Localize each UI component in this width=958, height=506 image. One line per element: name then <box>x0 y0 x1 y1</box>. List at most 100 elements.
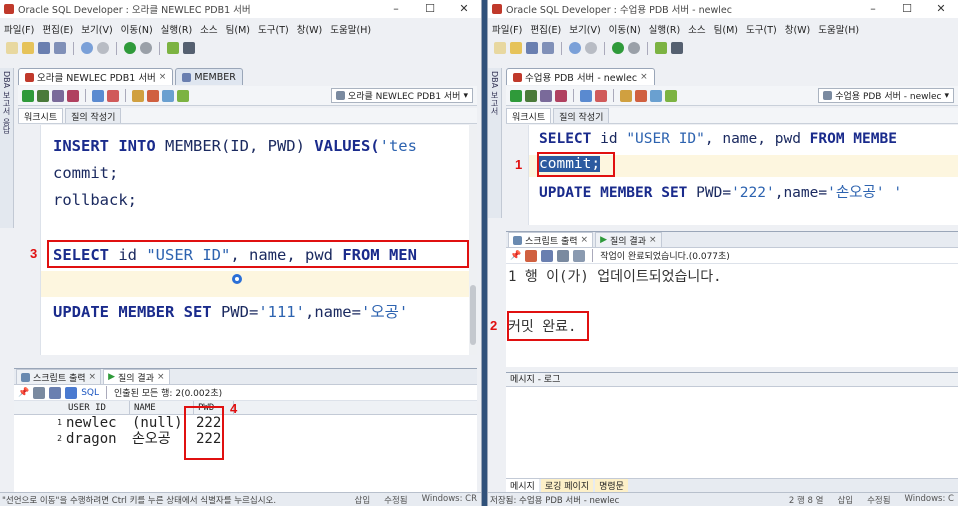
tab-script-output[interactable]: 스크립트 출력 × <box>16 369 102 384</box>
menu-edit[interactable]: 편집(E) <box>42 22 73 36</box>
menu-window[interactable]: 창(W) <box>297 22 323 36</box>
export-icon[interactable] <box>49 386 62 399</box>
connection-icon[interactable] <box>655 42 667 54</box>
menu-source[interactable]: 소스 <box>200 22 217 36</box>
new-icon[interactable] <box>494 42 506 54</box>
connection-icon[interactable] <box>167 42 179 54</box>
tab-script-output[interactable]: 스크립트 출력 × <box>508 232 594 247</box>
menu-view[interactable]: 보기(V) <box>81 22 112 36</box>
undo-icon[interactable] <box>81 42 93 54</box>
sidebar-other[interactable]: 응답 <box>1 118 12 134</box>
menu-team[interactable]: 팀(M) <box>226 22 250 36</box>
save-icon[interactable] <box>541 249 554 262</box>
redo-icon[interactable] <box>585 42 597 54</box>
menu-edit[interactable]: 편집(E) <box>530 22 561 36</box>
commit-icon[interactable] <box>580 89 592 102</box>
table-row[interactable]: 1 newlec (null) 222 <box>14 415 477 431</box>
forward-icon[interactable] <box>140 42 152 54</box>
save-icon[interactable] <box>38 42 50 54</box>
commit-icon[interactable] <box>92 89 104 102</box>
redo-icon[interactable] <box>97 42 109 54</box>
explain-icon[interactable] <box>67 89 79 102</box>
pin-icon[interactable]: 📌 <box>18 388 29 398</box>
menu-source[interactable]: 소스 <box>688 22 705 36</box>
table-row[interactable]: 2 dragon 손오공 222 <box>14 431 477 447</box>
close-icon[interactable]: × <box>159 72 167 82</box>
tab-messages[interactable]: 메시지 <box>506 479 539 492</box>
eraser-icon[interactable] <box>147 89 159 102</box>
sql-button[interactable]: SQL <box>81 388 99 398</box>
close-icon[interactable]: ✕ <box>924 0 958 18</box>
format-icon[interactable] <box>620 89 632 102</box>
pin-icon[interactable]: 📌 <box>510 251 521 261</box>
new-icon[interactable] <box>6 42 18 54</box>
rollback-icon[interactable] <box>107 89 119 102</box>
tab-class-pdb[interactable]: 수업용 PDB 서버 - newlec × <box>506 68 655 85</box>
maximize-icon[interactable]: ☐ <box>413 0 447 18</box>
menu-team[interactable]: 팀(M) <box>714 22 738 36</box>
open-icon[interactable] <box>573 249 586 262</box>
forward-icon[interactable] <box>628 42 640 54</box>
menu-help[interactable]: 도움말(H) <box>818 22 859 36</box>
menu-view[interactable]: 보기(V) <box>569 22 600 36</box>
column-user-id[interactable]: USER ID <box>64 401 130 414</box>
tab-newlec-pdb1[interactable]: 오라클 NEWLEC PDB1 서버 × <box>18 68 174 85</box>
tab-worksheet[interactable]: 워크시트 <box>18 108 64 123</box>
menu-window[interactable]: 창(W) <box>785 22 811 36</box>
folder-icon[interactable] <box>22 42 34 54</box>
tab-query-result[interactable]: ▶ 질의 결과 × <box>103 369 170 384</box>
print-icon[interactable] <box>33 386 46 399</box>
sidebar-reports[interactable]: 보고서 <box>489 91 500 115</box>
menu-tools[interactable]: 도구(T) <box>258 22 289 36</box>
close-icon[interactable]: × <box>649 235 657 245</box>
close-icon[interactable]: ✕ <box>447 0 481 18</box>
binoculars-icon[interactable] <box>183 42 195 54</box>
close-icon[interactable]: × <box>89 372 97 382</box>
cell-user-id[interactable]: dragon <box>64 431 130 447</box>
check-icon[interactable] <box>177 89 189 102</box>
menu-file[interactable]: 파일(F) <box>4 22 34 36</box>
right-connection-select[interactable]: 수업용 PDB 서버 - newlec ▾ <box>818 88 954 103</box>
sidebar-reports[interactable]: 보고서 <box>1 91 12 115</box>
right-titlebar[interactable]: Oracle SQL Developer : 수업용 PDB 서버 - newl… <box>488 0 958 18</box>
back-icon[interactable] <box>124 42 136 54</box>
history-icon[interactable] <box>162 89 174 102</box>
explain-icon[interactable] <box>555 89 567 102</box>
save-all-icon[interactable] <box>542 42 554 54</box>
cell-user-id[interactable]: newlec <box>64 415 130 431</box>
format-icon[interactable] <box>132 89 144 102</box>
tab-query-result[interactable]: ▶ 질의 결과 × <box>595 232 662 247</box>
save-icon[interactable] <box>526 42 538 54</box>
tab-member[interactable]: MEMBER <box>175 68 243 85</box>
refresh-icon[interactable] <box>65 386 78 399</box>
tab-query-builder[interactable]: 질의 작성기 <box>553 108 610 123</box>
save-all-icon[interactable] <box>54 42 66 54</box>
menu-navigate[interactable]: 이동(N) <box>121 22 153 36</box>
left-editor-scrollbar[interactable] <box>469 125 477 355</box>
binoculars-icon[interactable] <box>671 42 683 54</box>
run-icon[interactable] <box>510 89 522 102</box>
menu-run[interactable]: 실행(R) <box>161 22 193 36</box>
close-icon[interactable]: × <box>157 372 165 382</box>
run-icon[interactable] <box>22 89 34 102</box>
menu-run[interactable]: 실행(R) <box>649 22 681 36</box>
autotrace-icon[interactable] <box>540 89 552 102</box>
minimize-icon[interactable]: – <box>379 0 413 18</box>
check-icon[interactable] <box>665 89 677 102</box>
menu-navigate[interactable]: 이동(N) <box>609 22 641 36</box>
run-script-icon[interactable] <box>37 89 49 102</box>
eraser-icon[interactable] <box>635 89 647 102</box>
left-connection-select[interactable]: 오라클 NEWLEC PDB1 서버 ▾ <box>330 88 473 103</box>
tab-worksheet[interactable]: 워크시트 <box>506 108 552 123</box>
undo-icon[interactable] <box>569 42 581 54</box>
autotrace-icon[interactable] <box>52 89 64 102</box>
close-icon[interactable]: × <box>581 235 589 245</box>
tab-query-builder[interactable]: 질의 작성기 <box>65 108 122 123</box>
eraser-icon[interactable] <box>525 249 538 262</box>
tab-statements[interactable]: 명령문 <box>595 479 628 492</box>
maximize-icon[interactable]: ☐ <box>890 0 924 18</box>
run-script-icon[interactable] <box>525 89 537 102</box>
left-titlebar[interactable]: Oracle SQL Developer : 오라클 NEWLEC PDB1 서… <box>0 0 481 18</box>
sidebar-dba[interactable]: DBA <box>2 71 11 88</box>
print-icon[interactable] <box>557 249 570 262</box>
